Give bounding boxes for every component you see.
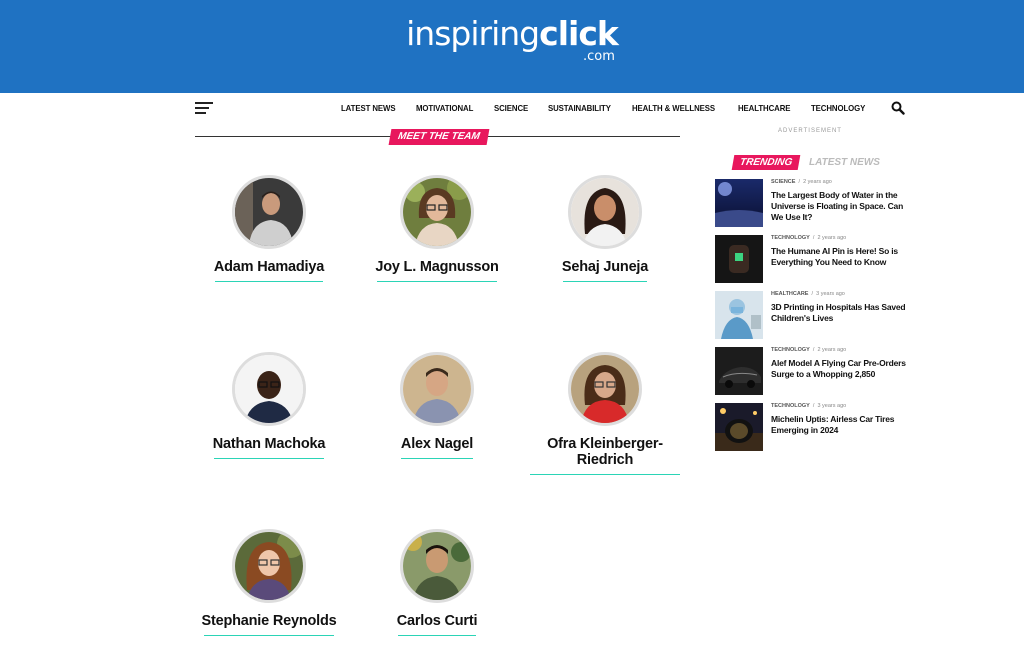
article-category[interactable]: SCIENCE (771, 179, 795, 185)
tab-latest-news[interactable]: LATEST NEWS (809, 155, 880, 170)
nav-link-healthcare[interactable]: HEALTHCARE (738, 103, 790, 113)
nav-link-latest-news[interactable]: LATEST NEWS (341, 103, 396, 113)
trending-article[interactable]: TECHNOLOGY / 3 years ago Michelin Uptis:… (715, 403, 915, 453)
trending-article[interactable]: HEALTHCARE / 3 years ago 3D Printing in … (715, 291, 915, 341)
avatar[interactable] (568, 175, 642, 249)
team-member-name[interactable]: Alex Nagel (352, 436, 522, 452)
site-logo[interactable]: inspiringclick .com (0, 14, 1024, 64)
nav-link-technology[interactable]: TECHNOLOGY (811, 103, 865, 113)
team-member-name[interactable]: Carlos Curti (352, 613, 522, 629)
article-category[interactable]: HEALTHCARE (771, 291, 808, 297)
article-time: 3 years ago (816, 291, 845, 297)
article-title[interactable]: Alef Model A Flying Car Pre-Orders Surge… (771, 358, 906, 380)
team-member-name[interactable]: Adam Hamadiya (184, 259, 354, 275)
team-member-name[interactable]: Nathan Machoka (184, 436, 354, 452)
name-underline (563, 281, 647, 282)
main-navigation: LATEST NEWS MOTIVATIONAL SCIENCE SUSTAIN… (0, 93, 1024, 123)
logo-bold-text: click (539, 14, 619, 53)
hamburger-menu-icon[interactable] (195, 102, 213, 116)
nav-link-motivational[interactable]: MOTIVATIONAL (416, 103, 473, 113)
avatar[interactable] (568, 352, 642, 426)
team-member-name[interactable]: Sehaj Juneja (520, 259, 690, 275)
article-meta: HEALTHCARE / 3 years ago (771, 291, 845, 297)
trending-article[interactable]: TECHNOLOGY / 2 years ago The Humane AI P… (715, 235, 915, 285)
team-member-name[interactable]: Stephanie Reynolds (184, 613, 354, 629)
section-title: MEET THE TEAM (388, 129, 490, 145)
article-meta: SCIENCE / 2 years ago (771, 179, 832, 185)
team-member-name[interactable]: Ofra Kleinberger-Riedrich (545, 436, 665, 468)
logo-suffix: .com (583, 49, 615, 64)
site-header: inspiringclick .com (0, 0, 1024, 93)
article-thumbnail (715, 235, 763, 283)
team-member-card: Adam Hamadiya (184, 175, 354, 282)
article-thumbnail (715, 291, 763, 339)
article-title[interactable]: The Largest Body of Water in the Univers… (771, 190, 906, 223)
search-icon[interactable] (891, 101, 905, 115)
name-underline (530, 474, 680, 475)
logo-regular-text: inspiring (406, 14, 540, 53)
name-underline (204, 635, 334, 636)
article-title[interactable]: The Humane AI Pin is Here! So is Everyth… (771, 246, 906, 268)
name-underline (398, 635, 476, 636)
tab-trending[interactable]: TRENDING (731, 155, 801, 170)
avatar[interactable] (232, 529, 306, 603)
nav-link-health-wellness[interactable]: HEALTH & WELLNESS (632, 103, 715, 113)
nav-link-science[interactable]: SCIENCE (494, 103, 528, 113)
nav-link-sustainability[interactable]: SUSTAINABILITY (548, 103, 611, 113)
team-member-name[interactable]: Joy L. Magnusson (352, 259, 522, 275)
avatar[interactable] (400, 175, 474, 249)
team-member-card: Ofra Kleinberger-Riedrich (520, 352, 690, 475)
article-category[interactable]: TECHNOLOGY (771, 347, 810, 353)
name-underline (377, 281, 497, 282)
name-underline (215, 281, 323, 282)
article-thumbnail (715, 403, 763, 451)
article-title[interactable]: 3D Printing in Hospitals Has Saved Child… (771, 302, 906, 324)
advertisement-label: ADVERTISEMENT (778, 128, 842, 134)
article-time: 2 years ago (817, 235, 847, 241)
nav-links: LATEST NEWS MOTIVATIONAL SCIENCE SUSTAIN… (341, 103, 870, 113)
article-category[interactable]: TECHNOLOGY (771, 403, 810, 409)
team-member-card: Joy L. Magnusson (352, 175, 522, 282)
avatar[interactable] (232, 175, 306, 249)
team-member-card: Nathan Machoka (184, 352, 354, 459)
avatar[interactable] (400, 529, 474, 603)
article-time: 2 years ago (817, 347, 847, 353)
article-meta: TECHNOLOGY / 3 years ago (771, 403, 847, 409)
article-thumbnail (715, 179, 763, 227)
article-time: 2 years ago (803, 179, 832, 185)
name-underline (214, 458, 324, 459)
trending-article[interactable]: TECHNOLOGY / 2 years ago Alef Model A Fl… (715, 347, 915, 397)
avatar[interactable] (232, 352, 306, 426)
team-member-card: Stephanie Reynolds (184, 529, 354, 636)
article-title[interactable]: Michelin Uptis: Airless Car Tires Emergi… (771, 414, 906, 436)
name-underline (401, 458, 473, 459)
team-member-card: Sehaj Juneja (520, 175, 690, 282)
article-time: 3 years ago (817, 403, 847, 409)
article-meta: TECHNOLOGY / 2 years ago (771, 235, 847, 241)
avatar[interactable] (400, 352, 474, 426)
article-category[interactable]: TECHNOLOGY (771, 235, 810, 241)
team-member-card: Carlos Curti (352, 529, 522, 636)
article-thumbnail (715, 347, 763, 395)
team-member-card: Alex Nagel (352, 352, 522, 459)
article-meta: TECHNOLOGY / 2 years ago (771, 347, 847, 353)
trending-article[interactable]: SCIENCE / 2 years ago The Largest Body o… (715, 179, 915, 229)
